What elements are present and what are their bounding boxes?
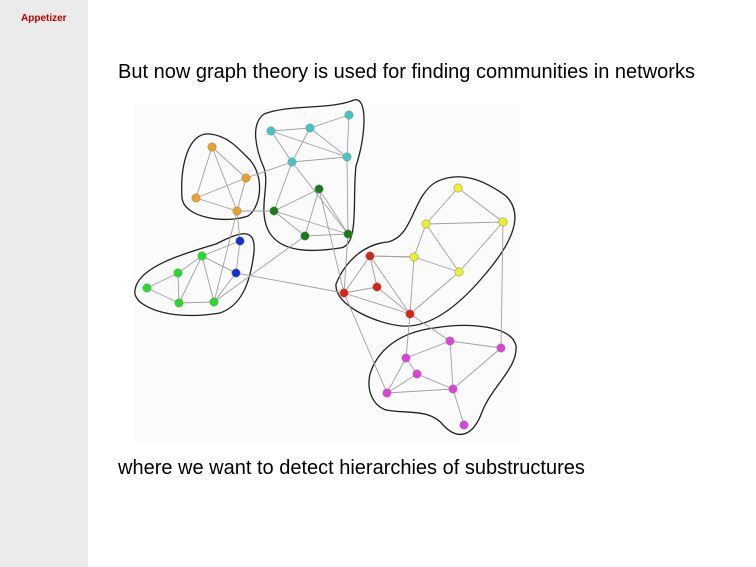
- graph-node: [448, 384, 458, 394]
- graph-node: [339, 288, 349, 298]
- graph-node: [343, 229, 353, 239]
- graph-node: [300, 231, 310, 241]
- graph-node: [498, 217, 508, 227]
- graph-node: [142, 283, 152, 293]
- graph-node: [401, 353, 411, 363]
- graph-node: [241, 173, 251, 183]
- graph-node: [197, 251, 207, 261]
- graph-node: [405, 309, 415, 319]
- graph-node: [314, 184, 324, 194]
- graph-node: [173, 268, 183, 278]
- graph-node: [445, 336, 455, 346]
- slide-caption: where we want to detect hierarchies of s…: [118, 457, 585, 479]
- graph-node: [342, 152, 352, 162]
- graph-node: [459, 420, 469, 430]
- sidebar: Appetizer: [0, 0, 88, 567]
- graph-node: [231, 268, 241, 278]
- graph-node: [409, 252, 419, 262]
- graph-node: [382, 388, 392, 398]
- graph-node: [209, 297, 219, 307]
- graph-node: [174, 298, 184, 308]
- graph-node: [412, 369, 422, 379]
- graph-node: [207, 142, 217, 152]
- graph-node: [421, 219, 431, 229]
- graph-node: [235, 236, 245, 246]
- graph-node: [269, 206, 279, 216]
- section-label: Appetizer: [21, 13, 67, 24]
- graph-node: [344, 110, 354, 120]
- graph-node: [287, 157, 297, 167]
- network-communities-figure: [130, 96, 530, 451]
- graph-node: [365, 251, 375, 261]
- graph-node: [496, 343, 506, 353]
- graph-node: [191, 193, 201, 203]
- graph-node: [266, 126, 276, 136]
- graph-node: [305, 123, 315, 133]
- graph-node: [372, 282, 382, 292]
- graph-node: [232, 206, 242, 216]
- network-graph: [134, 99, 520, 441]
- graph-node: [453, 183, 463, 193]
- graph-node: [454, 267, 464, 277]
- slide-heading: But now graph theory is used for finding…: [118, 61, 695, 83]
